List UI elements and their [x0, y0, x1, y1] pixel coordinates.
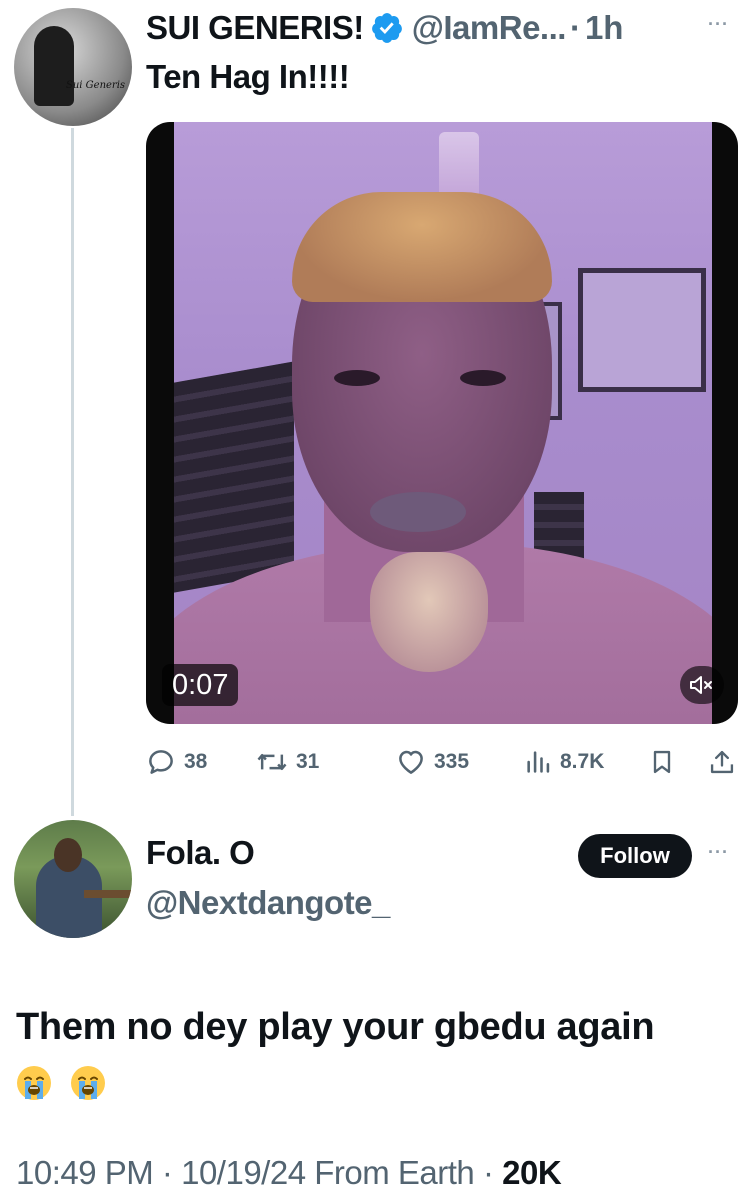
- handle[interactable]: @Nextdangote_: [146, 884, 390, 922]
- retweet-action[interactable]: 31: [256, 742, 319, 782]
- tweet-text: Ten Hag In!!!!: [146, 58, 350, 95]
- video-person-hair: [292, 192, 552, 302]
- heart-icon: [399, 750, 423, 774]
- video-wall-frame: [578, 268, 706, 392]
- separator-dot: ·: [482, 1154, 494, 1191]
- views-action[interactable]: 8.7K: [524, 742, 604, 782]
- avatar-bench: [84, 890, 132, 898]
- avatar-brand-text: Sui Generis: [66, 80, 126, 91]
- video-person-eye-right: [460, 370, 506, 386]
- loudly-crying-face-icon: [71, 1065, 106, 1100]
- like-count: 335: [434, 750, 470, 773]
- avatar[interactable]: Sui Generis: [14, 8, 132, 126]
- tweet-actions: 38 31 335 8.7K: [146, 742, 746, 782]
- video-player[interactable]: [146, 122, 738, 724]
- bookmark-icon: [653, 750, 671, 774]
- display-name[interactable]: SUI GENERIS!: [146, 9, 364, 47]
- video-frame: [174, 122, 712, 724]
- like-action[interactable]: 335: [396, 742, 469, 782]
- more-options-icon[interactable]: ···: [708, 842, 729, 863]
- retweet-icon: [257, 754, 287, 771]
- speaker-muted-icon: [690, 676, 712, 694]
- video-chair: [174, 361, 294, 593]
- avatar-face: [54, 838, 82, 872]
- timestamp[interactable]: 1h: [585, 9, 624, 47]
- reply-icon: [149, 750, 173, 774]
- reply-action[interactable]: 38: [146, 742, 207, 782]
- video-duration-badge: 0:07: [162, 664, 239, 706]
- reply-count: 38: [184, 750, 208, 773]
- retweet-count: 31: [296, 750, 320, 773]
- thread-line: [71, 128, 74, 816]
- follow-button[interactable]: Follow: [578, 834, 692, 878]
- mute-button[interactable]: [680, 666, 724, 704]
- display-name[interactable]: Fola. O: [146, 834, 255, 872]
- tweet-date[interactable]: 10/19/24: [181, 1154, 306, 1191]
- tweet-time[interactable]: 10:49 PM: [16, 1154, 154, 1191]
- share-icon: [710, 750, 734, 774]
- bookmark-action[interactable]: [648, 742, 684, 782]
- separator-dot: ·: [569, 9, 581, 46]
- more-options-icon[interactable]: ···: [708, 14, 729, 35]
- video-person-mouth: [370, 492, 466, 532]
- separator-dot: ·: [161, 1154, 173, 1191]
- tweet-header: SUI GENERIS! @IamRe... · 1h: [146, 6, 623, 50]
- tweet-text-line: Them no dey play your gbedu again: [16, 1006, 655, 1048]
- tweet-text: Them no dey play your gbedu again: [16, 1000, 746, 1108]
- handle[interactable]: @IamRe...: [412, 9, 567, 47]
- video-person-beard: [370, 552, 488, 672]
- emoji-row: [16, 1054, 746, 1108]
- video-person-eye-left: [334, 370, 380, 386]
- views-count: 8.7K: [560, 750, 605, 773]
- views-count[interactable]: 20K: [502, 1154, 562, 1191]
- verified-badge-icon: [371, 13, 402, 43]
- share-action[interactable]: [708, 742, 744, 782]
- loudly-crying-face-icon: [17, 1065, 51, 1100]
- tweet-meta: 10:49 PM · 10/19/24 From Earth · 20K: [16, 1154, 562, 1192]
- avatar[interactable]: [14, 820, 132, 938]
- avatar-figure: [34, 26, 74, 106]
- tweet-source: From Earth: [314, 1154, 475, 1191]
- views-chart-icon: [527, 751, 550, 773]
